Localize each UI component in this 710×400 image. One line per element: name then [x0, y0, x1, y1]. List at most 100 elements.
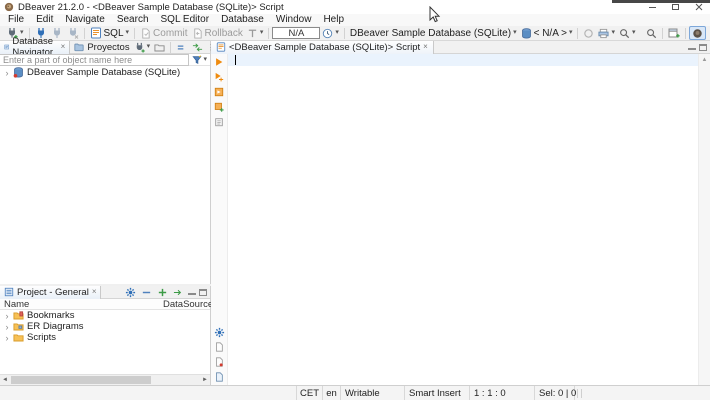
project-tree: › Bookmarks › ER Diagrams › Scripts: [0, 310, 210, 374]
scripts-folder-icon: [13, 334, 24, 342]
print-button[interactable]: ▾: [596, 26, 617, 40]
tab-database-navigator[interactable]: Database Navigator ×: [0, 36, 71, 58]
minimize-view-button[interactable]: [188, 289, 196, 295]
minimize-view-button[interactable]: [688, 44, 696, 50]
transaction-log-button[interactable]: ▾: [320, 26, 341, 40]
maximize-view-button[interactable]: [699, 43, 707, 51]
active-schema-combo[interactable]: < N/A > ▾: [519, 26, 575, 40]
active-connection-combo[interactable]: DBeaver Sample Database (SQLite) ▾: [348, 26, 519, 40]
status-timezone: CET: [296, 386, 322, 400]
link-with-editor-button[interactable]: [191, 41, 204, 53]
toolbar-separator: [662, 27, 663, 39]
tree-item-er-diagrams[interactable]: › ER Diagrams: [0, 321, 210, 332]
status-write-mode: Writable: [340, 386, 404, 400]
column-name-header[interactable]: Name: [4, 299, 29, 310]
execute-script-button[interactable]: [213, 86, 226, 98]
rollback-button[interactable]: Rollback: [190, 26, 245, 40]
collapse-all-button[interactable]: [175, 41, 188, 53]
show-error-log-button[interactable]: [213, 356, 226, 368]
tab-project-general[interactable]: Project - General ×: [0, 285, 102, 299]
execute-script-new-button[interactable]: [213, 101, 226, 113]
open-perspective-icon: [668, 28, 680, 38]
link-with-editor-button[interactable]: [172, 286, 185, 298]
project-settings-button[interactable]: [124, 286, 137, 298]
expand-chevron-icon[interactable]: ›: [4, 311, 10, 321]
open-perspective-button[interactable]: [666, 26, 682, 40]
rollback-icon: [193, 27, 202, 39]
expand-item-button[interactable]: [156, 286, 169, 298]
show-output-button[interactable]: [213, 341, 226, 353]
expand-chevron-icon[interactable]: ›: [4, 322, 10, 332]
link-editor-icon: [193, 42, 203, 52]
column-datasource-header[interactable]: DataSource: [163, 299, 213, 310]
refresh-icon: [584, 28, 594, 38]
execute-script-new-icon: [214, 102, 224, 112]
menu-sql-editor[interactable]: SQL Editor: [155, 14, 216, 26]
dbeaver-perspective-button[interactable]: [689, 26, 706, 40]
quick-search-button[interactable]: [644, 26, 659, 40]
menu-search[interactable]: Search: [111, 14, 155, 26]
scroll-left-icon[interactable]: ◄: [0, 375, 10, 385]
scroll-right-icon[interactable]: ►: [200, 375, 210, 385]
scroll-up-icon[interactable]: ▲: [699, 54, 710, 65]
editor-tab-label: <DBeaver Sample Database (SQLite)> Scrip…: [229, 41, 421, 53]
dropdown-arrow-icon: ▾: [203, 55, 207, 63]
commit-icon: [142, 27, 150, 39]
search-icon: [647, 28, 657, 38]
search-menu-button[interactable]: ▾: [617, 26, 638, 40]
expand-chevron-icon[interactable]: ›: [4, 68, 10, 78]
projects-tab-icon: [74, 43, 84, 52]
tree-item-scripts[interactable]: › Scripts: [0, 332, 210, 343]
tree-item-label: Bookmarks: [27, 310, 75, 321]
transaction-timeout-combo[interactable]: N/A: [272, 27, 321, 39]
tab-label: Project - General: [17, 286, 89, 298]
editor-settings-button[interactable]: [213, 326, 226, 338]
tab-close-icon[interactable]: ×: [423, 43, 428, 51]
panel-new-connection-button[interactable]: ▾: [134, 40, 150, 54]
execute-new-tab-button[interactable]: [213, 71, 226, 83]
show-execution-log-button[interactable]: [213, 371, 226, 383]
gear-icon: [214, 327, 224, 337]
gear-icon: [125, 287, 136, 297]
navigator-tree: › DBeaver Sample Database (SQLite): [0, 66, 210, 284]
transaction-icon: [248, 29, 257, 37]
collapse-item-button[interactable]: [140, 286, 153, 298]
new-folder-button[interactable]: [153, 41, 166, 53]
tree-item-bookmarks[interactable]: › Bookmarks: [0, 310, 210, 321]
tab-sql-script[interactable]: <DBeaver Sample Database (SQLite)> Scrip…: [211, 40, 434, 54]
menu-file[interactable]: File: [2, 14, 30, 26]
dropdown-arrow-icon: ▾: [631, 29, 636, 36]
expand-chevron-icon[interactable]: ›: [4, 333, 10, 343]
menu-window[interactable]: Window: [270, 14, 318, 26]
sql-editor-area: <DBeaver Sample Database (SQLite)> Scrip…: [211, 40, 710, 385]
object-filter-input[interactable]: [0, 53, 190, 66]
tab-projects[interactable]: Proyectos: [70, 41, 133, 54]
tab-close-icon[interactable]: ×: [61, 43, 66, 51]
vertical-scrollbar[interactable]: ▲: [698, 54, 710, 385]
disconnect-button[interactable]: [65, 26, 81, 40]
filter-settings-button[interactable]: ▾: [189, 54, 210, 65]
horizontal-scrollbar[interactable]: ◄ ►: [0, 374, 210, 385]
scrollbar-thumb[interactable]: [11, 376, 151, 384]
sql-text-area[interactable]: [228, 54, 698, 385]
collapse-all-icon: [177, 44, 184, 50]
statusbar-spacer: [0, 386, 296, 400]
tree-item-database[interactable]: › DBeaver Sample Database (SQLite): [0, 67, 210, 78]
menu-edit[interactable]: Edit: [30, 14, 59, 26]
current-line-highlight: [228, 54, 698, 66]
explain-plan-button[interactable]: [213, 116, 226, 128]
plus-icon: [158, 288, 167, 296]
title-bar: DBeaver 21.2.0 - <DBeaver Sample Databas…: [0, 0, 710, 14]
transaction-mode-button[interactable]: ▾: [245, 26, 266, 40]
menu-help[interactable]: Help: [317, 14, 350, 26]
tab-close-icon[interactable]: ×: [92, 288, 97, 296]
plug-disconnect-icon: [69, 28, 78, 39]
commit-button[interactable]: Commit: [138, 26, 189, 40]
refresh-button[interactable]: [581, 26, 596, 40]
sql-editor-button[interactable]: SQL ▾: [88, 26, 132, 40]
maximize-view-button[interactable]: [199, 288, 207, 296]
window-title: DBeaver 21.2.0 - <DBeaver Sample Databas…: [18, 1, 284, 13]
menu-navigate[interactable]: Navigate: [59, 14, 110, 26]
execute-statement-button[interactable]: [213, 56, 226, 68]
menu-database[interactable]: Database: [215, 14, 270, 26]
